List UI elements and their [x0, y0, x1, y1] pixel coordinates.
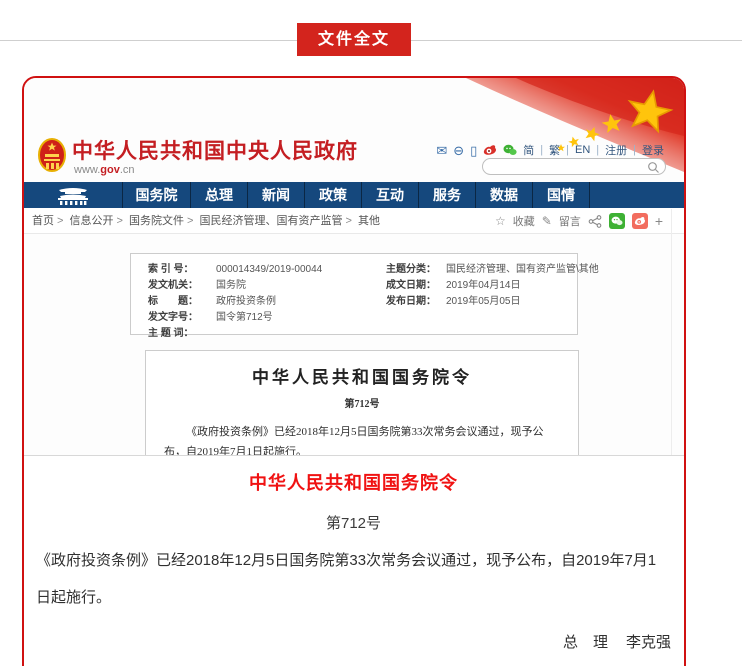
document-full-text: 中华人民共和国国务院令 第712号 《政府投资条例》已经2018年12月5日国务… [24, 469, 684, 666]
signer-name: 李克强 [626, 634, 671, 651]
document-metadata-table: 索 引 号：000014349/2019-00044 发文机关：国务院 标 题：… [130, 253, 578, 335]
meta-label: 发文字号： [148, 310, 216, 326]
meta-label: 索 引 号： [148, 262, 216, 278]
national-emblem-icon [38, 138, 66, 176]
breadcrumb-separator: > [346, 215, 352, 227]
site-title[interactable]: 中华人民共和国中央人民政府 [72, 135, 358, 165]
main-nav: 国务院 总理 新闻 政策 互动 服务 数据 国情 [24, 182, 684, 208]
breadcrumb-separator: > [117, 215, 123, 227]
mail-icon[interactable]: ✉ [436, 144, 447, 157]
search-input[interactable] [482, 158, 666, 175]
meta-value: 2019年05月05日 [446, 294, 521, 310]
metadata-right-column: 主题分类：国民经济管理、国有资产监管\其他 成文日期：2019年04月14日 发… [386, 262, 599, 310]
nav-item-interact[interactable]: 互动 [361, 182, 418, 208]
lang-simplified-link[interactable]: 简 [523, 142, 534, 158]
favorite-star-icon[interactable]: ☆ [495, 214, 506, 228]
utility-bar: ✉ ⊖ ▯ 简 | 繁 | EN | 注册 | 登录 [436, 141, 664, 159]
meta-row-index-number: 索 引 号：000014349/2019-00044 [148, 262, 322, 278]
nav-item-state-council[interactable]: 国务院 [122, 182, 190, 208]
share-weibo-icon[interactable] [632, 213, 648, 229]
nav-item-policy[interactable]: 政策 [304, 182, 361, 208]
preview-decree-body: 《政府投资条例》已经2018年12月5日国务院第33次常务会议通过，现予公布，自… [164, 422, 560, 456]
site-url-gov: gov [100, 164, 120, 176]
breadcrumb-category[interactable]: 国民经济管理、国有资产监管 [200, 215, 343, 227]
meta-value: 政府投资条例 [216, 294, 276, 310]
meta-row-issuing-agency: 发文机关：国务院 [148, 278, 322, 294]
site-url[interactable]: www.gov.cn [74, 164, 135, 176]
nav-filler [589, 182, 684, 208]
meta-value: 国务院 [216, 278, 246, 294]
breadcrumb-row: 首页> 信息公开> 国务院文件> 国民经济管理、国有资产监管> 其他 ☆ 收藏 … [24, 208, 684, 234]
meta-label: 主题分类： [386, 262, 446, 278]
preview-decree-number: 第712号 [146, 395, 578, 410]
comment-pen-icon[interactable]: ✎ [542, 214, 552, 228]
content-right-border [671, 209, 672, 456]
meta-label: 发文机关： [148, 278, 216, 294]
link-separator: | [596, 144, 599, 156]
nav-item-data[interactable]: 数据 [475, 182, 532, 208]
breadcrumb-info-disclosure[interactable]: 信息公开 [70, 215, 114, 227]
favorite-label[interactable]: 收藏 [513, 213, 535, 229]
breadcrumb-separator: > [57, 215, 63, 227]
decree-body: 《政府投资条例》已经2018年12月5日国务院第33次常务会议通过，现予公布，自… [36, 542, 671, 616]
more-share-plus-icon[interactable]: + [655, 213, 663, 229]
document-preview: 中华人民共和国国务院令 第712号 《政府投资条例》已经2018年12月5日国务… [145, 350, 579, 456]
login-link[interactable]: 登录 [642, 142, 664, 158]
meta-row-date-published: 发布日期：2019年05月05日 [386, 294, 599, 310]
meta-value: 2019年04月14日 [446, 278, 521, 294]
meta-row-document-number: 发文字号：国令第712号 [148, 310, 322, 326]
document-frame: 中华人民共和国中央人民政府 www.gov.cn ✉ ⊖ ▯ 简 | 繁 | EN | [22, 76, 686, 666]
meta-value: 国令第712号 [216, 310, 273, 326]
site-url-suffix: .cn [120, 164, 135, 176]
decree-number: 第712号 [36, 512, 671, 533]
register-link[interactable]: 注册 [605, 142, 627, 158]
meta-label: 标 题： [148, 294, 216, 310]
breadcrumb: 首页> 信息公开> 国务院文件> 国民经济管理、国有资产监管> 其他 [32, 208, 380, 234]
breadcrumb-other[interactable]: 其他 [358, 215, 380, 227]
link-separator: | [566, 144, 569, 156]
site-url-prefix: www. [74, 164, 100, 176]
nav-item-national[interactable]: 国情 [532, 182, 589, 208]
mobile-icon[interactable]: ▯ [470, 144, 477, 157]
comment-label[interactable]: 留言 [559, 213, 581, 229]
nav-home-tiananmen-icon[interactable] [24, 182, 122, 208]
meta-value: 国民经济管理、国有资产监管\其他 [446, 262, 599, 278]
wechat-icon[interactable] [503, 144, 517, 156]
govcn-screenshot: 中华人民共和国中央人民政府 www.gov.cn ✉ ⊖ ▯ 简 | 繁 | EN | [24, 78, 684, 456]
page-actions: ☆ 收藏 ✎ 留言 [495, 208, 663, 234]
metadata-left-column: 索 引 号：000014349/2019-00044 发文机关：国务院 标 题：… [148, 262, 322, 342]
accessibility-icon[interactable]: ⊖ [453, 144, 464, 157]
nav-item-premier[interactable]: 总理 [190, 182, 247, 208]
link-separator: | [633, 144, 636, 156]
tab-full-text[interactable]: 文件全文 [297, 23, 411, 56]
meta-value: 000014349/2019-00044 [216, 262, 322, 278]
search-icon[interactable] [647, 161, 660, 174]
breadcrumb-state-council-docs[interactable]: 国务院文件 [129, 215, 184, 227]
signer-title: 总 理 [563, 634, 608, 651]
preview-decree-title: 中华人民共和国国务院令 [146, 363, 578, 388]
meta-label: 发布日期： [386, 294, 446, 310]
meta-row-date-written: 成文日期：2019年04月14日 [386, 278, 599, 294]
link-separator: | [540, 144, 543, 156]
page: 文件全文 [0, 0, 742, 666]
lang-english-link[interactable]: EN [575, 144, 590, 156]
share-icon[interactable] [588, 215, 602, 228]
lang-traditional-link[interactable]: 繁 [549, 142, 560, 158]
decree-title: 中华人民共和国国务院令 [36, 469, 671, 495]
decree-signature: 总 理 李克强 [36, 631, 671, 652]
weibo-icon[interactable] [483, 144, 497, 156]
nav-item-services[interactable]: 服务 [418, 182, 475, 208]
breadcrumb-home[interactable]: 首页 [32, 215, 54, 227]
meta-row-title: 标 题：政府投资条例 [148, 294, 322, 310]
nav-item-news[interactable]: 新闻 [247, 182, 304, 208]
meta-row-subject-category: 主题分类：国民经济管理、国有资产监管\其他 [386, 262, 599, 278]
breadcrumb-separator: > [187, 215, 193, 227]
meta-row-keywords: 主 题 词： [148, 326, 322, 342]
share-wechat-icon[interactable] [609, 213, 625, 229]
meta-label: 主 题 词： [148, 326, 216, 342]
meta-label: 成文日期： [386, 278, 446, 294]
